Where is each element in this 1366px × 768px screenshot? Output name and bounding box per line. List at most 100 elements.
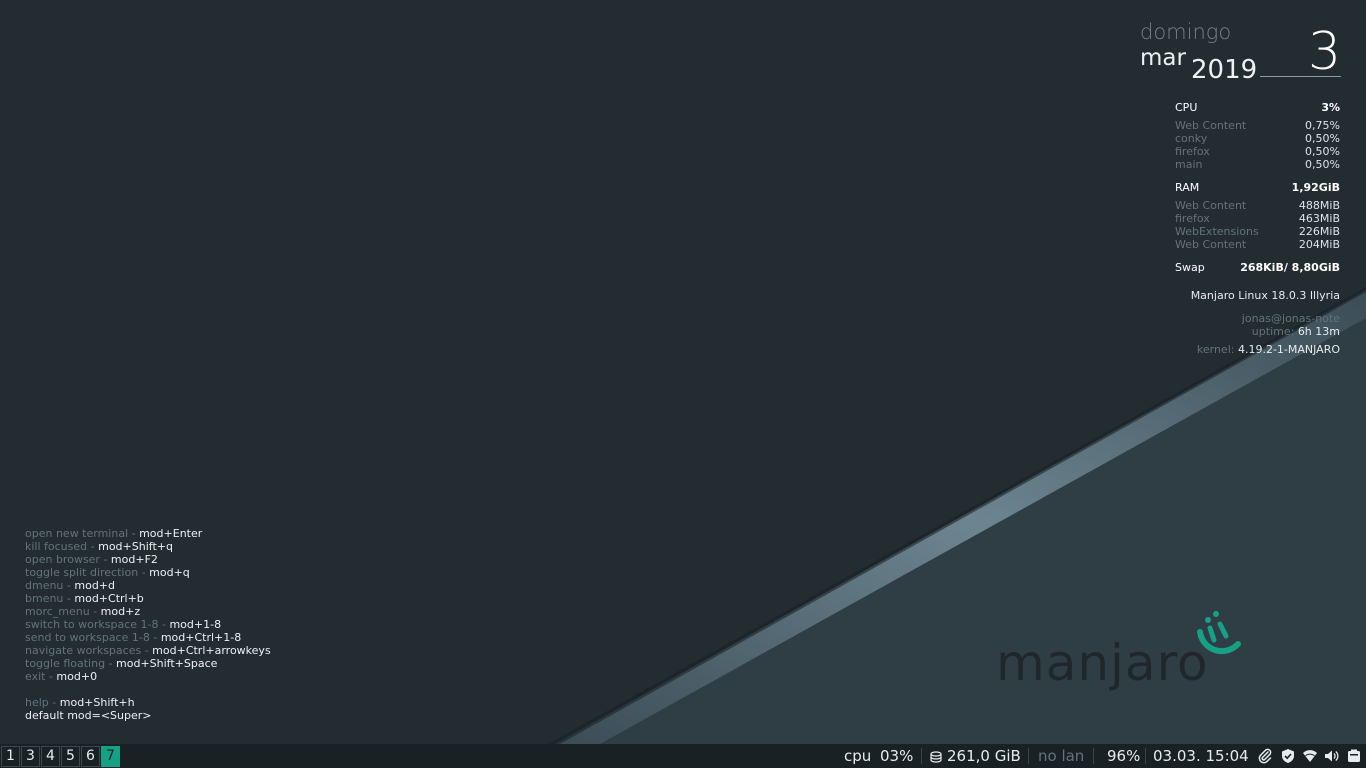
keybind-key: mod+Shift+q xyxy=(98,540,173,553)
user-host: jonas@jonas-note xyxy=(1241,312,1340,325)
status-bar: 1 3 4 5 6 7 cpu 03% 261,0 GiB no lan 96%… xyxy=(0,744,1366,768)
process-value: 463MiB xyxy=(1298,212,1340,225)
workspace-button-6[interactable]: 6 xyxy=(81,746,100,767)
cpu-process-row: main 0,50% xyxy=(1175,158,1340,171)
bar-separator xyxy=(1145,748,1146,764)
keybind-key: mod+d xyxy=(74,579,116,592)
manjaro-logo: manjaro xyxy=(996,604,1256,704)
keybind-row: toggle split direction - mod+q xyxy=(25,566,271,579)
shield-icon[interactable] xyxy=(1280,748,1296,764)
swap-label: Swap xyxy=(1175,261,1205,274)
clock[interactable]: 03.03. 15:04 xyxy=(1153,747,1249,765)
conky-dayname: domingo xyxy=(1140,20,1232,44)
workspace-button-1[interactable]: 1 xyxy=(1,746,20,767)
keybind-row: open new terminal - mod+Enter xyxy=(25,527,271,540)
keybind-desc: bmenu - xyxy=(25,592,75,605)
bar-separator xyxy=(921,748,922,764)
keybind-desc: morc_menu - xyxy=(25,605,101,618)
process-value: 0,75% xyxy=(1305,119,1340,132)
keybind-key: default mod=<Super> xyxy=(25,709,152,722)
process-name: WebExtensions xyxy=(1175,225,1259,238)
distro-name: Manjaro Linux 18.0.3 Illyria xyxy=(1190,289,1340,302)
lan-status: no lan xyxy=(1038,747,1085,765)
logo-emblem-icon xyxy=(1197,611,1241,655)
keybind-help: open new terminal - mod+Enter kill focus… xyxy=(25,527,271,722)
uptime-row: uptime: 6h 13m xyxy=(1252,325,1340,338)
workspace-button-7[interactable]: 7 xyxy=(101,746,120,767)
process-value: 0,50% xyxy=(1305,132,1340,145)
ram-process-row: Web Content 488MiB xyxy=(1175,199,1340,212)
keybind-desc: open new terminal - xyxy=(25,527,140,540)
process-name: main xyxy=(1175,158,1203,171)
keybind-desc: toggle floating - xyxy=(25,657,117,670)
volume-icon[interactable] xyxy=(1323,748,1339,764)
uptime-value: 6h 13m xyxy=(1297,325,1340,338)
cpu-label: CPU xyxy=(1175,101,1198,114)
kernel-value: 4.19.2-1-MANJARO xyxy=(1237,343,1340,356)
ram-process-row: firefox 463MiB xyxy=(1175,212,1340,225)
process-name: firefox xyxy=(1175,212,1210,225)
keybind-desc: dmenu - xyxy=(25,579,75,592)
ram-total-row: RAM 1,92GiB xyxy=(1175,181,1340,194)
kernel-label: kernel: xyxy=(1196,343,1235,356)
keybind-key: mod+Ctrl+1-8 xyxy=(160,631,242,644)
keybind-row: toggle floating - mod+Shift+Space xyxy=(25,657,271,670)
conky-year: 2019 xyxy=(1191,55,1258,85)
workspace-button-4[interactable]: 4 xyxy=(41,746,60,767)
keybind-row: help - mod+Shift+h xyxy=(25,696,271,709)
keybind-key: mod+z xyxy=(100,605,141,618)
process-name: Web Content xyxy=(1175,119,1247,132)
keybind-desc: send to workspace 1-8 - xyxy=(25,631,161,644)
kernel-row: kernel: 4.19.2-1-MANJARO xyxy=(1197,343,1340,356)
process-value: 226MiB xyxy=(1298,225,1340,238)
keybind-key: mod+Shift+h xyxy=(59,696,135,709)
ram-process-row: WebExtensions 226MiB xyxy=(1175,225,1340,238)
swap-value: 268KiB/ 8,80GiB xyxy=(1240,261,1340,274)
wifi-icon[interactable] xyxy=(1302,748,1318,764)
keybind-key: mod+Ctrl+arrowkeys xyxy=(152,644,271,657)
date-divider xyxy=(1260,76,1341,77)
process-name: firefox xyxy=(1175,145,1210,158)
battery-tray-icon[interactable] xyxy=(1346,748,1362,764)
cpu-total-row: CPU 3% xyxy=(1175,101,1340,114)
cpu-total: 3% xyxy=(1321,101,1340,114)
keybind-spacer xyxy=(25,683,271,696)
battery-percent: 96% xyxy=(1107,747,1141,765)
keybind-key: mod+0 xyxy=(56,670,98,683)
keybind-key: mod+F2 xyxy=(110,553,158,566)
disk-icon xyxy=(930,751,942,763)
keybind-row: morc_menu - mod+z xyxy=(25,605,271,618)
workspace-button-5[interactable]: 5 xyxy=(61,746,80,767)
disk-free: 261,0 GiB xyxy=(947,747,1021,765)
paperclip-icon[interactable] xyxy=(1257,748,1273,764)
process-value: 0,50% xyxy=(1305,158,1340,171)
keybind-row: default mod=<Super> xyxy=(25,709,271,722)
keybind-row: send to workspace 1-8 - mod+Ctrl+1-8 xyxy=(25,631,271,644)
bar-separator xyxy=(1093,748,1094,764)
conky-month: mar xyxy=(1140,45,1186,71)
cpu-value: 03% xyxy=(880,747,914,765)
keybind-desc: navigate workspaces - xyxy=(25,644,153,657)
ram-label: RAM xyxy=(1175,181,1200,194)
keybind-row: dmenu - mod+d xyxy=(25,579,271,592)
uptime-label: uptime: xyxy=(1251,325,1295,338)
keybind-key: mod+Ctrl+b xyxy=(74,592,144,605)
cpu-label: cpu xyxy=(844,747,872,765)
process-name: conky xyxy=(1175,132,1208,145)
cpu-process-row: conky 0,50% xyxy=(1175,132,1340,145)
keybind-row: exit - mod+0 xyxy=(25,670,271,683)
process-name: Web Content xyxy=(1175,238,1247,251)
swap-row: Swap 268KiB/ 8,80GiB xyxy=(1175,261,1340,274)
workspace-button-3[interactable]: 3 xyxy=(21,746,40,767)
process-value: 204MiB xyxy=(1298,238,1340,251)
keybind-desc: switch to workspace 1-8 - xyxy=(25,618,170,631)
keybind-row: switch to workspace 1-8 - mod+1-8 xyxy=(25,618,271,631)
conky-day-number: 3 xyxy=(1308,22,1342,82)
keybind-key: mod+Shift+Space xyxy=(116,657,218,670)
process-name: Web Content xyxy=(1175,199,1247,212)
keybind-desc: open browser - xyxy=(25,553,111,566)
keybind-row: bmenu - mod+Ctrl+b xyxy=(25,592,271,605)
keybind-key: mod+Enter xyxy=(139,527,203,540)
keybind-desc: help - xyxy=(25,696,60,709)
cpu-process-row: firefox 0,50% xyxy=(1175,145,1340,158)
